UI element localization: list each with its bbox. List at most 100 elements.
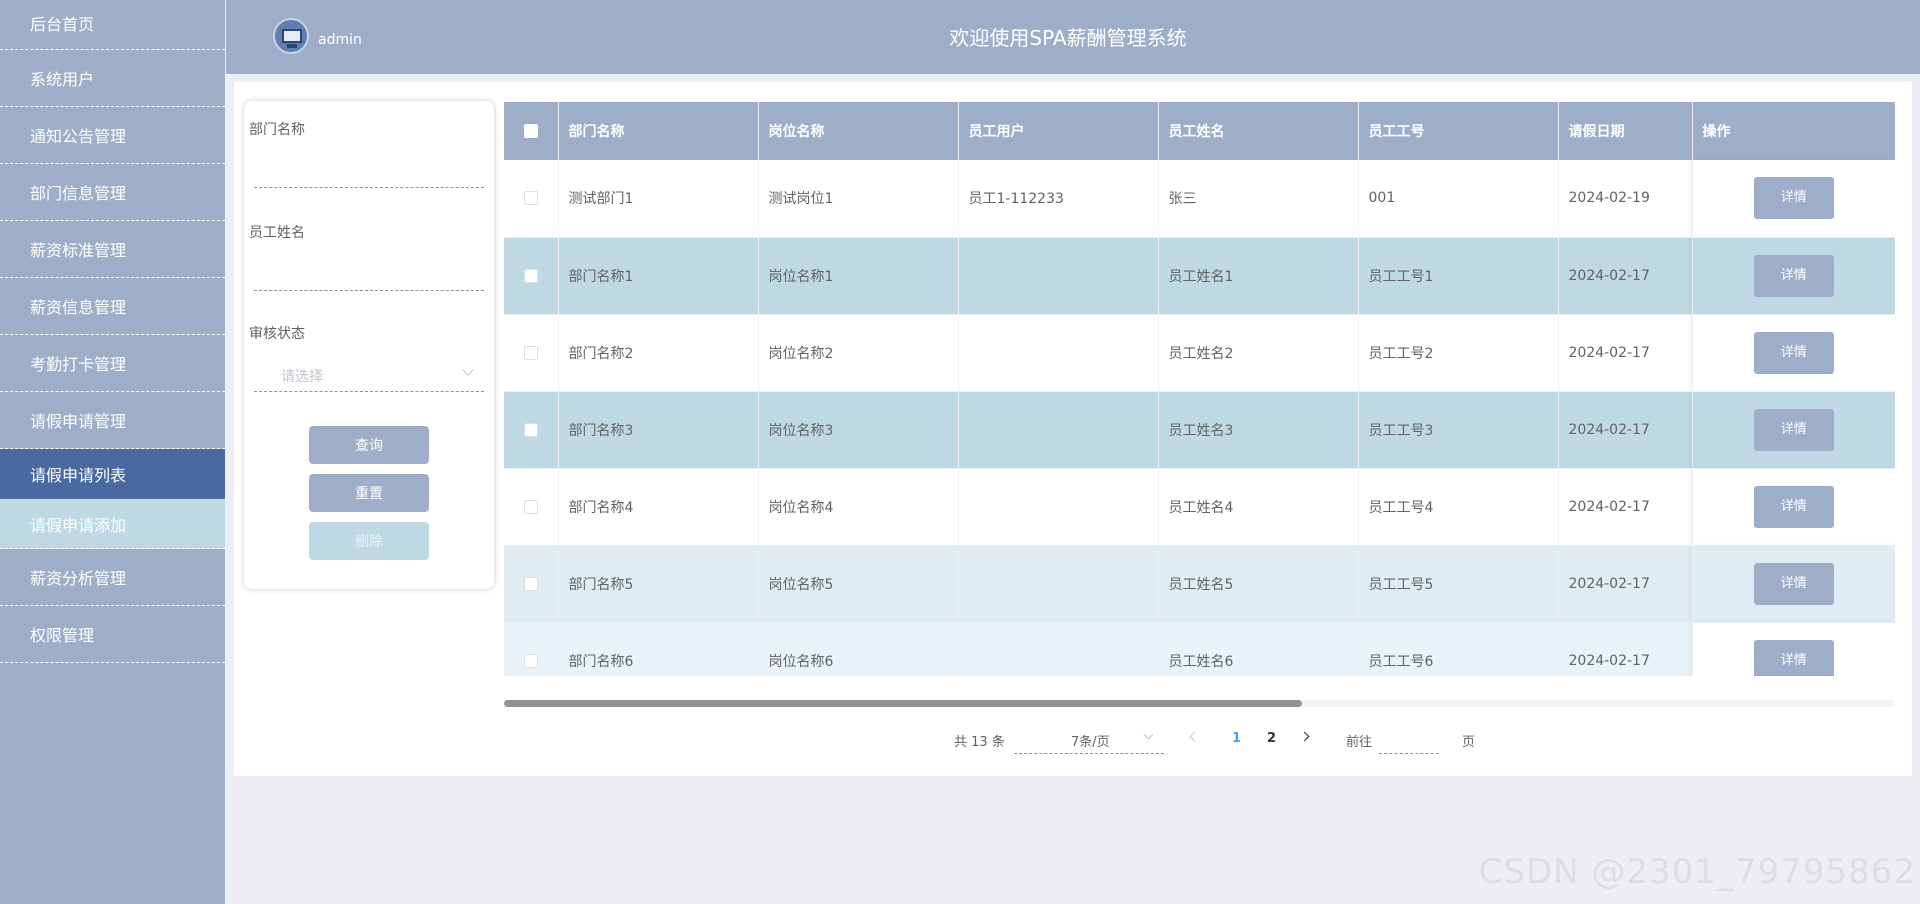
sidebar-item-label: 后台首页 xyxy=(30,15,95,34)
page-title: 欢迎使用SPA薪酬管理系统 xyxy=(949,26,1187,50)
page-size-select[interactable]: 7条/页 xyxy=(1014,722,1164,754)
sidebar-item-label: 权限管理 xyxy=(30,626,95,645)
query-button[interactable]: 查询 xyxy=(309,426,429,464)
prev-page-icon[interactable] xyxy=(1189,731,1200,742)
row-checkbox[interactable] xyxy=(504,391,559,469)
cell-name: 员工姓名5 xyxy=(1158,545,1359,623)
table-row[interactable]: 部门名称5 岗位名称5 员工姓名5 员工工号5 2024-02-17 详情 xyxy=(504,545,1895,623)
cell-date: 2024-02-19 xyxy=(1558,160,1693,238)
col-header[interactable]: 岗位名称 xyxy=(758,102,959,160)
cell-dept: 部门名称5 xyxy=(558,545,759,623)
dept-name-label: 部门名称 xyxy=(249,122,305,138)
status-select[interactable]: 请选择 xyxy=(254,358,484,392)
sidebar-item-salary-standards[interactable]: 薪资标准管理 xyxy=(0,221,225,278)
detail-button[interactable]: 详情 xyxy=(1753,408,1834,451)
cell-date: 2024-02-17 xyxy=(1558,314,1693,392)
sidebar-item-permissions[interactable]: 权限管理 xyxy=(0,606,225,663)
cell-no: 员工工号4 xyxy=(1358,468,1559,546)
row-checkbox[interactable] xyxy=(504,314,559,392)
sidebar-item-departments[interactable]: 部门信息管理 xyxy=(0,164,225,221)
pagination: 共 13 条 7条/页 1 2 前往 页 xyxy=(954,722,1514,758)
status-placeholder: 请选择 xyxy=(281,369,323,385)
sidebar-item-label: 薪资分析管理 xyxy=(30,569,127,588)
status-label: 审核状态 xyxy=(249,326,305,342)
col-header[interactable]: 员工工号 xyxy=(1358,102,1559,160)
top-header: admin 欢迎使用SPA薪酬管理系统 xyxy=(226,0,1920,74)
col-header[interactable]: 员工姓名 xyxy=(1158,102,1359,160)
sidebar-item-label: 请假申请管理 xyxy=(30,412,127,431)
sidebar-item-salary-analysis[interactable]: 薪资分析管理 xyxy=(0,549,225,606)
cell-date: 2024-02-17 xyxy=(1558,237,1693,315)
next-page-icon[interactable] xyxy=(1299,731,1310,742)
sidebar: 后台首页 系统用户 通知公告管理 部门信息管理 薪资标准管理 薪资信息管理 考勤… xyxy=(0,0,225,904)
cell-post: 岗位名称1 xyxy=(758,237,959,315)
col-header[interactable]: 请假日期 xyxy=(1558,102,1693,160)
cell-post: 岗位名称5 xyxy=(758,545,959,623)
chevron-down-icon xyxy=(1143,729,1154,740)
select-all-checkbox[interactable] xyxy=(504,102,559,160)
row-checkbox[interactable] xyxy=(504,622,559,676)
cell-name: 员工姓名1 xyxy=(1158,237,1359,315)
delete-button[interactable]: 删除 xyxy=(309,522,429,560)
sidebar-item-attendance[interactable]: 考勤打卡管理 xyxy=(0,335,225,392)
emp-name-input[interactable] xyxy=(254,259,484,291)
detail-button[interactable]: 详情 xyxy=(1753,485,1834,528)
sidebar-item-label: 请假申请列表 xyxy=(30,466,127,485)
cell-dept: 部门名称2 xyxy=(558,314,759,392)
table-row[interactable]: 部门名称4 岗位名称4 员工姓名4 员工工号4 2024-02-17 详情 xyxy=(504,468,1895,546)
cell-date: 2024-02-17 xyxy=(1558,468,1693,546)
sidebar-item-system-users[interactable]: 系统用户 xyxy=(0,50,225,107)
detail-button[interactable]: 详情 xyxy=(1753,562,1834,605)
sidebar-item-notices[interactable]: 通知公告管理 xyxy=(0,107,225,164)
col-header[interactable]: 部门名称 xyxy=(558,102,759,160)
cell-name: 员工姓名4 xyxy=(1158,468,1359,546)
cell-date: 2024-02-17 xyxy=(1558,545,1693,623)
row-checkbox[interactable] xyxy=(504,468,559,546)
detail-button[interactable]: 详情 xyxy=(1753,639,1834,676)
detail-button[interactable]: 详情 xyxy=(1753,177,1834,220)
page-number-current[interactable]: 1 xyxy=(1232,731,1241,746)
sidebar-item-leave-list[interactable]: 请假申请列表 xyxy=(0,449,225,499)
sidebar-item-leave-management[interactable]: 请假申请管理 xyxy=(0,392,225,449)
row-checkbox[interactable] xyxy=(504,545,559,623)
sidebar-item-leave-add[interactable]: 请假申请添加 xyxy=(0,499,225,549)
cell-name: 员工姓名6 xyxy=(1158,622,1359,676)
detail-button[interactable]: 详情 xyxy=(1753,331,1834,374)
table-row[interactable]: 部门名称3 岗位名称3 员工姓名3 员工工号3 2024-02-17 详情 xyxy=(504,391,1895,469)
cell-name: 张三 xyxy=(1158,160,1359,238)
reset-button[interactable]: 重置 xyxy=(309,474,429,512)
search-form: 部门名称 员工姓名 审核状态 请选择 查询 重置 删除 xyxy=(244,101,494,589)
sidebar-item-label: 薪资标准管理 xyxy=(30,241,127,260)
cell-dept: 部门名称4 xyxy=(558,468,759,546)
emp-name-label: 员工姓名 xyxy=(249,225,305,241)
cell-dept: 测试部门1 xyxy=(558,160,759,238)
cell-user xyxy=(958,237,1159,315)
main-panel: 部门名称 员工姓名 审核状态 请选择 查询 重置 删除 部门名称 岗位名称 员工… xyxy=(234,82,1912,776)
table-row[interactable]: 部门名称2 岗位名称2 员工姓名2 员工工号2 2024-02-17 详情 xyxy=(504,314,1895,392)
cell-no: 员工工号2 xyxy=(1358,314,1559,392)
sidebar-item-label: 部门信息管理 xyxy=(30,184,127,203)
table-row[interactable]: 测试部门1 测试岗位1 员工1-112233 张三 001 2024-02-19… xyxy=(504,160,1895,238)
horizontal-scrollbar[interactable] xyxy=(504,700,1895,707)
cell-post: 岗位名称6 xyxy=(758,622,959,676)
table-row[interactable]: 部门名称6 岗位名称6 员工姓名6 员工工号6 2024-02-17 详情 xyxy=(504,622,1895,676)
cell-user xyxy=(958,545,1159,623)
cell-date: 2024-02-17 xyxy=(1558,391,1693,469)
table-row[interactable]: 部门名称1 岗位名称1 员工姓名1 员工工号1 2024-02-17 详情 xyxy=(504,237,1895,315)
cell-no: 员工工号1 xyxy=(1358,237,1559,315)
sidebar-item-home[interactable]: 后台首页 xyxy=(0,0,225,50)
col-header: 操作 xyxy=(1692,102,1895,160)
col-header[interactable]: 员工用户 xyxy=(958,102,1159,160)
detail-button[interactable]: 详情 xyxy=(1753,254,1834,297)
sidebar-item-label: 请假申请添加 xyxy=(30,515,127,535)
page-number[interactable]: 2 xyxy=(1267,731,1276,746)
row-checkbox[interactable] xyxy=(504,160,559,238)
sidebar-item-salary-info[interactable]: 薪资信息管理 xyxy=(0,278,225,335)
row-checkbox[interactable] xyxy=(504,237,559,315)
scrollbar-thumb[interactable] xyxy=(504,700,1302,707)
dept-name-input[interactable] xyxy=(254,156,484,188)
sidebar-item-label: 薪资信息管理 xyxy=(30,298,127,317)
cell-post: 测试岗位1 xyxy=(758,160,959,238)
page-jump-input[interactable] xyxy=(1379,722,1439,754)
sidebar-item-label: 系统用户 xyxy=(30,70,95,89)
